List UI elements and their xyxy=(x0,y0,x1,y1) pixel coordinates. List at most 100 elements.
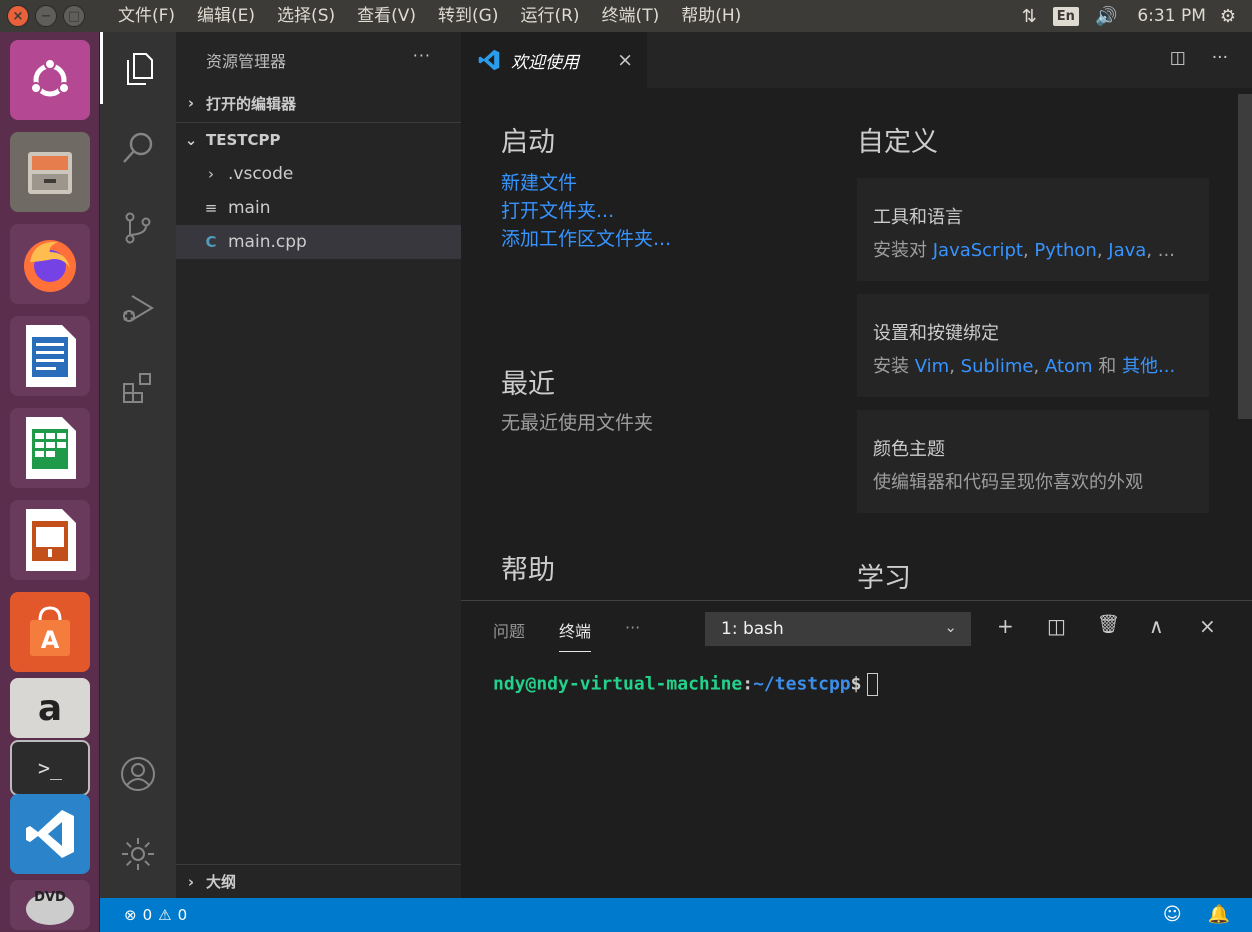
panel-more-tabs-button[interactable]: ··· xyxy=(625,618,640,637)
network-icon[interactable]: ⇅ xyxy=(1022,6,1037,27)
atom-link[interactable]: Atom xyxy=(1045,356,1093,377)
notifications-bell-icon[interactable]: 🔔 xyxy=(1208,904,1230,925)
new-file-link[interactable]: 新建文件 xyxy=(501,168,577,195)
menu-help[interactable]: 帮助(H) xyxy=(670,0,752,32)
no-recent-folders-text: 无最近使用文件夹 xyxy=(501,412,654,434)
status-right-items: ☺ 🔔 xyxy=(1163,904,1230,925)
tab-terminal[interactable]: 终端 xyxy=(559,618,592,652)
maximize-panel-icon[interactable]: ∧ xyxy=(1149,614,1164,638)
python-link[interactable]: Python xyxy=(1034,240,1096,261)
error-icon: ⊗ xyxy=(124,906,137,924)
chevron-right-icon: › xyxy=(208,165,214,183)
card-title: 工具和语言 xyxy=(873,207,963,228)
feedback-icon[interactable]: ☺ xyxy=(1163,904,1182,925)
split-terminal-icon[interactable]: ◫ xyxy=(1047,614,1066,638)
add-workspace-folder-link[interactable]: 添加工作区文件夹... xyxy=(501,224,671,251)
open-editors-section[interactable]: › 打开的编辑器 xyxy=(176,86,461,120)
run-debug-icon[interactable] xyxy=(100,272,176,344)
explorer-sidebar: 资源管理器 ··· › 打开的编辑器 ⌄ TESTCPP › .vscode ≡… xyxy=(176,32,461,898)
libreoffice-calc-icon xyxy=(26,417,76,479)
search-icon[interactable] xyxy=(100,112,176,184)
project-folder-section[interactable]: ⌄ TESTCPP xyxy=(176,122,461,156)
ubuntu-logo-icon xyxy=(30,58,70,97)
others-link[interactable]: 其他... xyxy=(1122,356,1175,377)
kill-terminal-trash-icon[interactable]: 🗑 xyxy=(1097,614,1120,635)
menu-go[interactable]: 转到(G) xyxy=(427,0,509,32)
launcher-firefox-icon[interactable] xyxy=(10,224,90,304)
volume-icon[interactable]: 🔊 xyxy=(1095,6,1117,27)
menu-selection[interactable]: 选择(S) xyxy=(266,0,346,32)
launcher-ubuntu-dash-icon[interactable] xyxy=(10,40,90,120)
vscode-logo-icon xyxy=(478,49,500,71)
text-file-icon: ≡ xyxy=(204,199,218,217)
launcher-calc-icon[interactable] xyxy=(10,408,90,488)
launcher-software-center-icon[interactable]: A xyxy=(10,592,90,672)
accounts-icon[interactable] xyxy=(100,738,176,810)
chevron-right-icon: › xyxy=(187,872,195,891)
menu-run[interactable]: 运行(R) xyxy=(509,0,590,32)
clock[interactable]: 6:31 PM xyxy=(1137,6,1206,26)
tree-item-main[interactable]: ≡ main xyxy=(176,191,461,225)
terminal-prompt[interactable]: ndy@ndy-virtual-machine:~/testcpp$ xyxy=(493,673,879,696)
sublime-link[interactable]: Sublime xyxy=(961,356,1034,377)
editor-scrollbar[interactable] xyxy=(1238,94,1252,419)
explorer-more-actions-button[interactable]: ··· xyxy=(413,46,431,65)
tab-welcome[interactable]: 欢迎使用 × xyxy=(461,32,647,88)
settings-gear-icon[interactable]: ⚙ xyxy=(1220,6,1236,27)
launcher-dvd-icon[interactable]: DVD xyxy=(10,880,90,930)
split-editor-icon[interactable]: ◫ xyxy=(1170,48,1186,68)
tree-item-label: .vscode xyxy=(228,164,294,184)
tab-problems[interactable]: 问题 xyxy=(493,618,525,642)
manage-gear-icon[interactable] xyxy=(100,818,176,890)
menu-bar: 文件(F) 编辑(E) 选择(S) 查看(V) 转到(G) 运行(R) 终端(T… xyxy=(107,0,752,32)
launcher-vscode-icon[interactable] xyxy=(10,794,90,874)
more-actions-icon[interactable]: ··· xyxy=(1212,48,1228,68)
open-folder-link[interactable]: 打开文件夹... xyxy=(501,196,614,223)
card-description: 安装 Vim, Sublime, Atom 和 其他... xyxy=(873,356,1176,377)
start-heading: 启动 xyxy=(501,127,555,158)
minimize-window-button[interactable]: − xyxy=(35,5,57,27)
warning-count: 0 xyxy=(177,906,188,924)
explorer-icon[interactable] xyxy=(100,32,176,104)
launcher-amazon-icon[interactable]: a xyxy=(10,678,90,738)
launcher-impress-icon[interactable] xyxy=(10,500,90,580)
menu-file[interactable]: 文件(F) xyxy=(107,0,186,32)
source-control-icon[interactable] xyxy=(100,192,176,264)
libreoffice-impress-icon xyxy=(26,509,76,571)
terminal-prompt-icon: >_ xyxy=(37,756,63,780)
outline-section[interactable]: › 大纲 xyxy=(176,864,461,898)
extensions-icon[interactable] xyxy=(100,352,176,424)
color-theme-card[interactable]: 颜色主题 使编辑器和代码呈现你喜欢的外观 xyxy=(857,410,1209,513)
launcher-files-icon[interactable] xyxy=(10,132,90,212)
launcher-writer-icon[interactable] xyxy=(10,316,90,396)
tree-item-main-cpp[interactable]: C main.cpp xyxy=(176,225,461,259)
terminal-selector[interactable]: 1: bash ⌄ xyxy=(705,612,971,646)
tools-languages-card[interactable]: 工具和语言 安装对 JavaScript, Python, Java, ... xyxy=(857,178,1209,281)
vim-link[interactable]: Vim xyxy=(915,356,949,377)
java-link[interactable]: Java xyxy=(1108,240,1146,261)
card-description: 安装对 JavaScript, Python, Java, ... xyxy=(873,240,1175,261)
close-window-button[interactable]: × xyxy=(7,5,29,27)
launcher-terminal-icon[interactable]: >_ xyxy=(10,740,90,796)
learn-heading: 学习 xyxy=(857,563,911,594)
file-cabinet-icon xyxy=(28,152,72,194)
keyboard-language-indicator[interactable]: En xyxy=(1052,6,1079,26)
menu-view[interactable]: 查看(V) xyxy=(346,0,427,32)
chevron-right-icon: › xyxy=(187,94,195,112)
tab-close-icon[interactable]: × xyxy=(617,49,633,71)
chevron-down-icon: ⌄ xyxy=(944,618,957,636)
ubuntu-launcher: A a >_ DVD xyxy=(0,32,100,932)
maximize-window-button[interactable]: □ xyxy=(63,5,85,27)
menu-terminal[interactable]: 终端(T) xyxy=(591,0,671,32)
window-controls: × − □ xyxy=(7,5,107,27)
settings-keybindings-card[interactable]: 设置和按键绑定 安装 Vim, Sublime, Atom 和 其他... xyxy=(857,294,1209,397)
new-terminal-icon[interactable]: + xyxy=(997,614,1014,638)
close-panel-icon[interactable]: × xyxy=(1199,614,1216,638)
libreoffice-writer-icon xyxy=(26,325,76,387)
javascript-link[interactable]: JavaScript xyxy=(933,240,1023,261)
prompt-separator: : xyxy=(742,673,754,695)
problems-status[interactable]: ⊗ 0 ⚠ 0 xyxy=(124,906,187,924)
svg-text:A: A xyxy=(41,626,60,654)
menu-edit[interactable]: 编辑(E) xyxy=(186,0,266,32)
tree-item-vscode-folder[interactable]: › .vscode xyxy=(176,157,461,191)
